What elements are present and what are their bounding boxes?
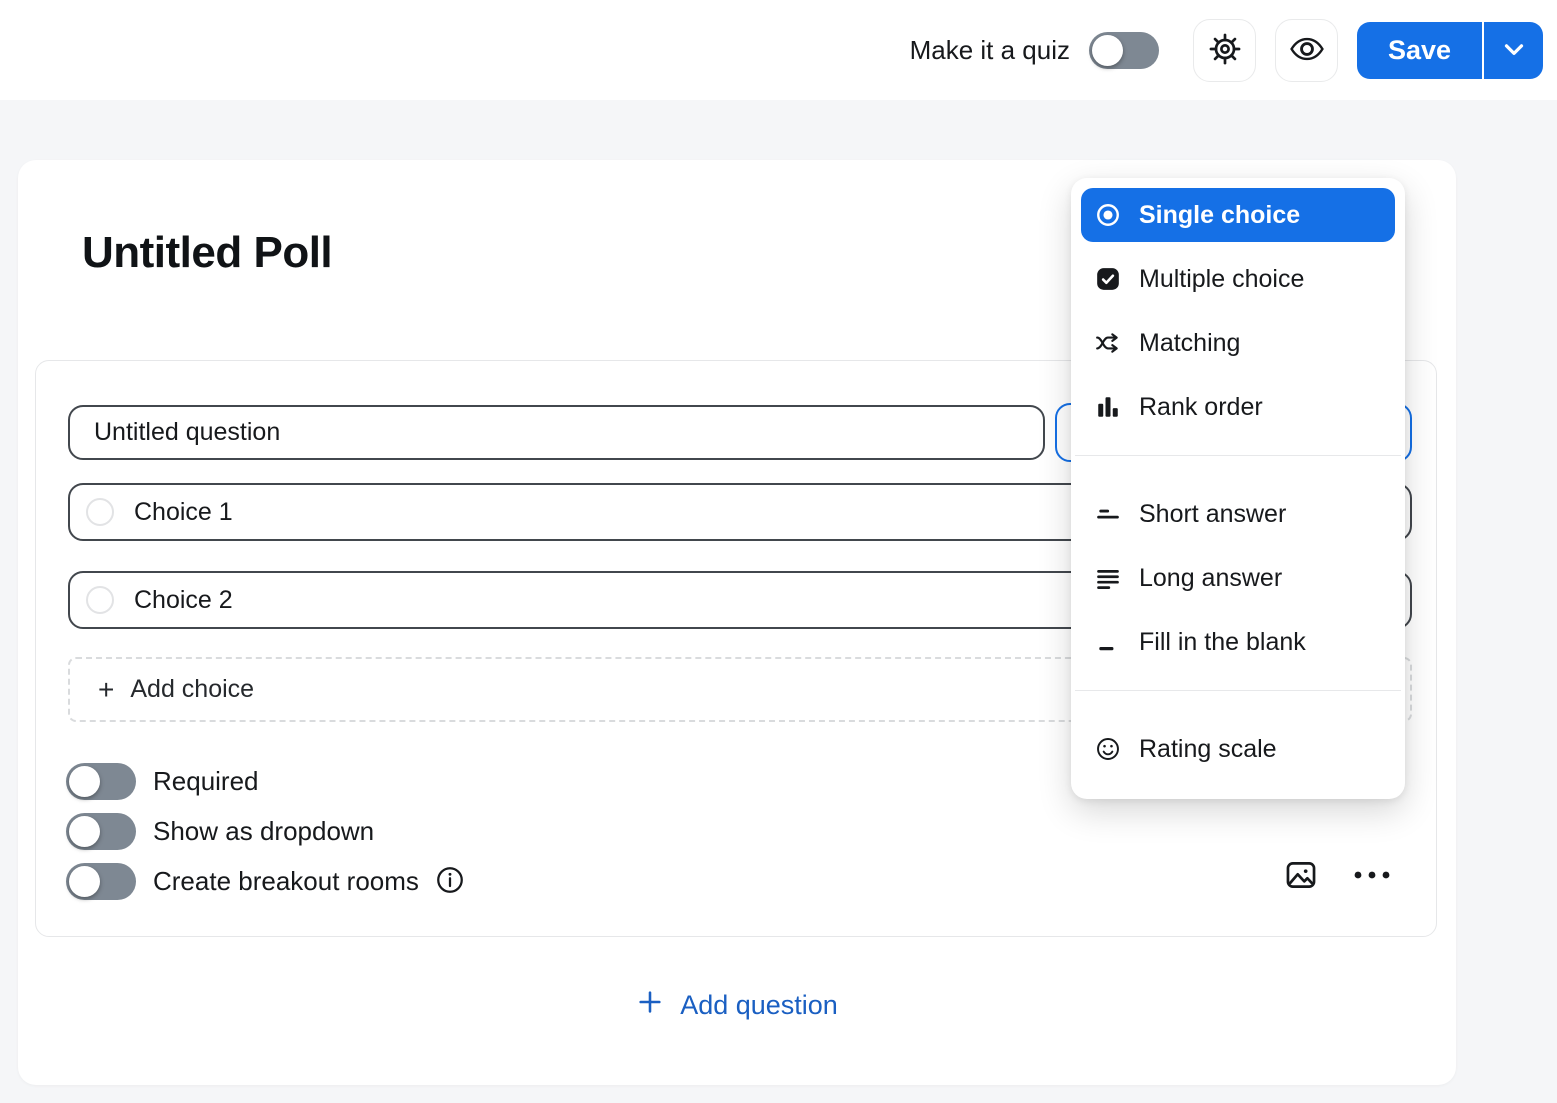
menu-item-label: Rating scale (1139, 735, 1277, 764)
breakout-rooms-info-button[interactable] (435, 867, 465, 897)
question-more-options-button[interactable] (1348, 862, 1396, 890)
save-button[interactable]: Save (1357, 22, 1482, 79)
required-label: Required (153, 766, 259, 797)
toggle-knob (69, 816, 100, 847)
long-answer-icon (1095, 565, 1121, 591)
add-image-button[interactable] (1283, 858, 1319, 894)
radio-circle-icon[interactable] (86, 586, 114, 614)
show-as-dropdown-toggle[interactable] (66, 813, 136, 850)
image-icon (1284, 858, 1318, 895)
shuffle-icon (1095, 330, 1121, 356)
menu-item-label: Rank order (1139, 393, 1263, 422)
add-question-button[interactable]: Add question (18, 980, 1456, 1030)
bar-chart-icon (1095, 394, 1121, 420)
show-as-dropdown-label: Show as dropdown (153, 816, 374, 847)
menu-item-label: Matching (1139, 329, 1240, 358)
settings-icon (1207, 31, 1243, 70)
required-toggle[interactable] (66, 763, 136, 800)
question-title-input[interactable] (68, 405, 1045, 460)
toggle-knob (69, 866, 100, 897)
menu-item-label: Single choice (1139, 201, 1300, 230)
plus-icon: + (98, 676, 114, 704)
settings-button[interactable] (1193, 19, 1256, 82)
topbar: Make it a quiz (0, 0, 1557, 100)
add-choice-label: Add choice (130, 675, 254, 704)
preview-button[interactable] (1275, 19, 1338, 82)
smiley-icon (1095, 736, 1121, 762)
radio-circle-icon[interactable] (86, 498, 114, 526)
menu-divider (1075, 455, 1401, 456)
info-icon (435, 865, 465, 898)
plus-icon (636, 988, 664, 1023)
choice-text: Choice 1 (134, 498, 233, 527)
required-row: Required (66, 763, 259, 800)
menu-item-label: Multiple choice (1139, 265, 1304, 294)
ellipsis-icon (1350, 865, 1394, 888)
make-it-a-quiz-toggle[interactable] (1089, 32, 1159, 69)
radio-icon (1095, 202, 1121, 228)
menu-item-multiple-choice[interactable]: Multiple choice (1081, 252, 1395, 306)
create-breakout-rooms-label: Create breakout rooms (153, 866, 419, 897)
show-as-dropdown-row: Show as dropdown (66, 813, 374, 850)
short-answer-icon (1095, 501, 1121, 527)
toggle-knob (1092, 35, 1123, 66)
poll-editor: Make it a quiz (0, 0, 1557, 1103)
fill-in-the-blank-icon (1095, 629, 1121, 655)
question-type-menu: Single choice Multiple choice Matchi (1071, 178, 1405, 799)
menu-item-label: Long answer (1139, 564, 1282, 593)
menu-item-short-answer[interactable]: Short answer (1081, 487, 1395, 541)
menu-item-label: Fill in the blank (1139, 628, 1306, 657)
menu-item-fill-in-the-blank[interactable]: Fill in the blank (1081, 615, 1395, 669)
menu-item-matching[interactable]: Matching (1081, 316, 1395, 370)
menu-item-rating-scale[interactable]: Rating scale (1081, 722, 1395, 776)
choice-text: Choice 2 (134, 586, 233, 615)
save-split-button: Save (1357, 22, 1543, 79)
menu-item-rank-order[interactable]: Rank order (1081, 380, 1395, 434)
chevron-down-icon (1499, 34, 1529, 67)
checkbox-icon (1095, 266, 1121, 292)
make-it-a-quiz-label: Make it a quiz (910, 35, 1070, 66)
menu-item-long-answer[interactable]: Long answer (1081, 551, 1395, 605)
create-breakout-rooms-toggle[interactable] (66, 863, 136, 900)
menu-item-single-choice[interactable]: Single choice (1081, 188, 1395, 242)
add-question-label: Add question (680, 990, 838, 1021)
menu-item-label: Short answer (1139, 500, 1286, 529)
menu-divider (1075, 690, 1401, 691)
toggle-knob (69, 766, 100, 797)
eye-icon (1288, 30, 1326, 71)
create-breakout-rooms-row: Create breakout rooms (66, 863, 465, 900)
save-options-button[interactable] (1484, 22, 1543, 79)
poll-title: Untitled Poll (82, 228, 332, 278)
